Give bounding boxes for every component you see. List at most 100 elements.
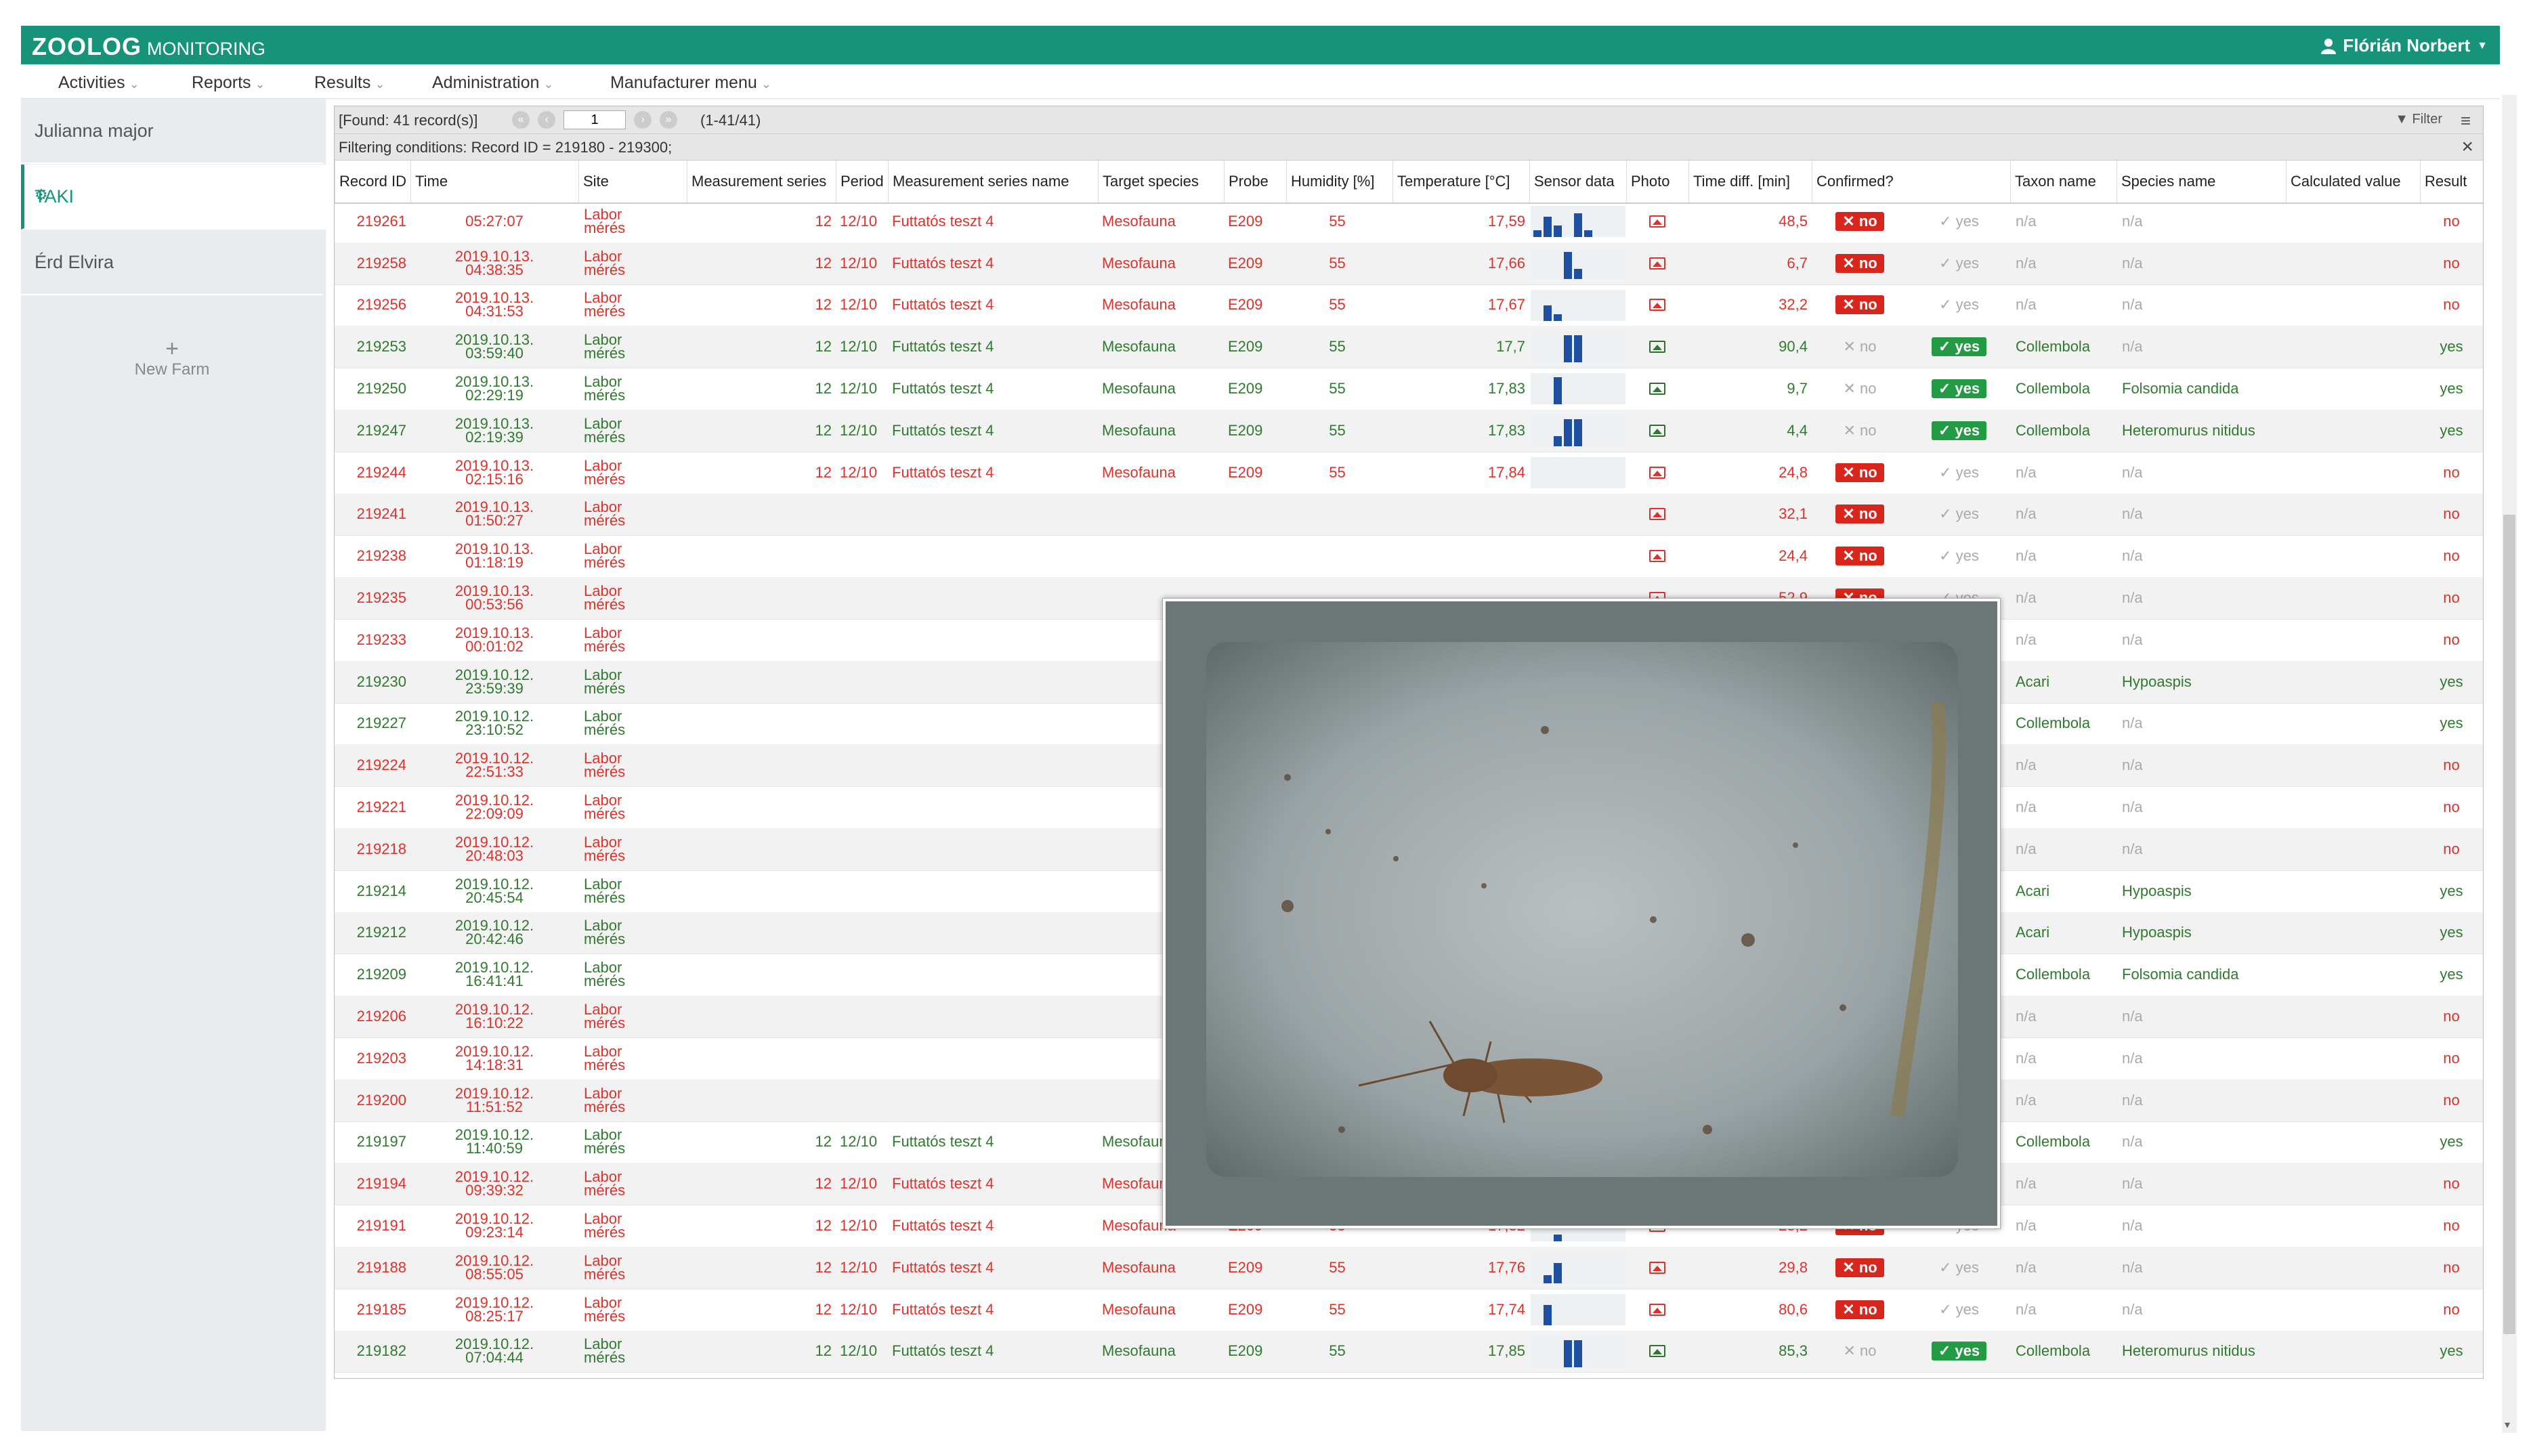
table-row[interactable]: 219188 2019.10.12. 08:55:05 Labor mérés 12 12/… [335,1247,2483,1289]
first-page-icon[interactable]: « [512,111,530,129]
confirm-no-button[interactable]: ✕ no [1835,505,1884,524]
sensor-sparkline[interactable] [1531,415,1625,446]
new-farm-button[interactable]: + New Farm [21,337,323,379]
column-header[interactable]: Measurement series name [888,160,1098,202]
table-row[interactable]: 219256 2019.10.13. 04:31:53 Labor mérés 12 12/… [335,284,2483,327]
image-icon[interactable] [1649,257,1665,270]
brand-logo[interactable]: ZOOLOG MONITORING [32,33,265,61]
image-icon[interactable] [1649,1345,1665,1358]
confirm-no-button[interactable]: ✕ no [1835,547,1884,566]
next-page-icon[interactable]: › [634,111,652,129]
table-row[interactable]: 219247 2019.10.13. 02:19:39 Labor mérés 12 12/… [335,410,2483,452]
column-header[interactable]: Photo [1626,160,1688,202]
close-icon[interactable]: × [2461,135,2473,158]
confirm-yes-button[interactable]: ✓ yes [1939,297,1979,312]
sensor-sparkline[interactable] [1531,247,1625,279]
confirm-no-button[interactable]: ✕ no [1835,463,1884,482]
confirm-no-button[interactable]: ✕ no [1843,339,1876,354]
table-row[interactable]: 219261 05:27:07 Labor mérés 12 12/10 Futtatós … [335,202,2483,243]
column-header[interactable]: Temperature [°C] [1392,160,1529,202]
confirm-no-button[interactable]: ✕ no [1835,1258,1884,1277]
image-icon[interactable] [1649,466,1665,479]
column-header[interactable]: Probe [1224,160,1286,202]
sensor-sparkline[interactable] [1531,289,1625,321]
confirm-no-button[interactable]: ✕ no [1835,211,1884,231]
sensor-sparkline[interactable] [1531,373,1625,405]
gear-icon[interactable]: ⚙ [35,186,314,204]
confirm-no-button[interactable]: ✕ no [1835,295,1884,315]
confirm-yes-button[interactable]: ✓ yes [1939,1302,1979,1316]
photo-preview[interactable] [1162,598,2001,1229]
image-icon[interactable] [1649,1261,1665,1274]
confirm-yes-button[interactable]: ✓ yes [1939,465,1979,479]
column-header[interactable] [1908,160,2010,202]
image-icon[interactable] [1649,215,1665,228]
menu-administration[interactable]: Administration ⌄ [432,73,554,93]
image-icon[interactable] [1649,424,1665,437]
confirm-yes-button[interactable]: ✓ yes [1939,1260,1979,1275]
confirm-no-button[interactable]: ✕ no [1835,1300,1884,1319]
column-header[interactable]: Time diff. [min] [1688,160,1812,202]
table-row[interactable]: 219250 2019.10.13. 02:29:19 Labor mérés 12 12/… [335,368,2483,410]
page-number-input[interactable] [563,110,626,129]
confirm-no-button[interactable]: ✕ no [1843,381,1876,396]
column-header[interactable]: Humidity [%] [1286,160,1392,202]
menu-manufacturer[interactable]: Manufacturer menu ⌄ [610,73,771,93]
column-header[interactable]: Calculated value [2286,160,2420,202]
column-header[interactable]: Target species [1098,160,1224,202]
sidebar-item-julianna-major[interactable]: Julianna major [21,99,323,164]
sidebar-item-erd-elvira[interactable]: Érd Elvira [21,230,323,295]
confirm-no-button[interactable]: ✕ no [1843,1344,1876,1358]
confirm-no-button[interactable]: ✕ no [1843,423,1876,437]
image-icon[interactable] [1649,383,1665,395]
table-row[interactable]: 219185 2019.10.12. 08:25:17 Labor mérés 12 12/… [335,1289,2483,1331]
image-icon[interactable] [1649,550,1665,563]
scroll-down-icon[interactable]: ▾ [2505,1418,2510,1432]
previous-page-icon[interactable]: ‹ [538,111,555,129]
confirm-yes-button[interactable]: ✓ yes [1939,507,1979,521]
column-header[interactable]: Species name [2117,160,2286,202]
image-icon[interactable] [1649,341,1665,354]
sidebar-item-taki[interactable]: TAKI ⚙ [21,165,326,230]
column-header[interactable]: Record ID [335,160,410,202]
sensor-sparkline[interactable] [1531,331,1625,363]
page-scrollbar[interactable]: ▾ [2502,95,2517,1433]
column-header[interactable]: Taxon name [2010,160,2117,202]
last-page-icon[interactable]: » [660,111,677,129]
sensor-sparkline[interactable] [1531,206,1625,237]
table-row[interactable]: 219258 2019.10.13. 04:38:35 Labor mérés 12 12/… [335,242,2483,285]
column-header[interactable]: Confirmed? [1812,160,1908,202]
table-row[interactable]: 219244 2019.10.13. 02:15:16 Labor mérés 12 12/… [335,452,2483,494]
table-row[interactable]: 219182 2019.10.12. 07:04:44 Labor mérés 12 12/… [335,1330,2483,1373]
menu-icon[interactable]: ≡ [2461,110,2471,131]
user-menu[interactable]: Flórián Norbert ▼ [2321,35,2488,56]
confirm-yes-button[interactable]: ✓ yes [1931,1342,1987,1361]
confirm-yes-button[interactable]: ✓ yes [1931,337,1987,357]
confirm-yes-button[interactable]: ✓ yes [1939,213,1979,228]
table-row[interactable]: 219241 2019.10.13. 01:50:27 Labor mérés 32,1 ✕… [335,493,2483,536]
confirm-yes-button[interactable]: ✓ yes [1931,421,1987,440]
sensor-sparkline[interactable] [1531,1293,1625,1325]
menu-activities[interactable]: Activities ⌄ [58,73,140,93]
confirm-no-button[interactable]: ✕ no [1835,253,1884,273]
menu-reports[interactable]: Reports ⌄ [192,73,265,93]
column-header[interactable]: Time [410,160,578,202]
column-header[interactable]: Site [578,160,687,202]
column-header[interactable]: Sensor data [1529,160,1626,202]
confirm-yes-button[interactable]: ✓ yes [1939,549,1979,563]
column-header[interactable]: Measurement series [687,160,836,202]
confirm-yes-button[interactable]: ✓ yes [1939,255,1979,270]
table-row[interactable]: 219253 2019.10.13. 03:59:40 Labor mérés 12 12/… [335,326,2483,369]
menu-results[interactable]: Results ⌄ [314,73,385,93]
sensor-sparkline[interactable] [1531,456,1625,488]
filter-button[interactable]: ▼ Filter [2395,112,2442,127]
column-header[interactable]: Period [836,160,888,202]
sensor-sparkline[interactable] [1531,1252,1625,1283]
column-header[interactable]: Result [2420,160,2483,202]
image-icon[interactable] [1649,1303,1665,1316]
scroll-thumb[interactable] [2503,515,2515,1334]
table-row[interactable]: 219238 2019.10.13. 01:18:19 Labor mérés 24,4 ✕… [335,535,2483,578]
image-icon[interactable] [1649,299,1665,312]
image-icon[interactable] [1649,508,1665,521]
sensor-sparkline[interactable] [1531,1335,1625,1367]
